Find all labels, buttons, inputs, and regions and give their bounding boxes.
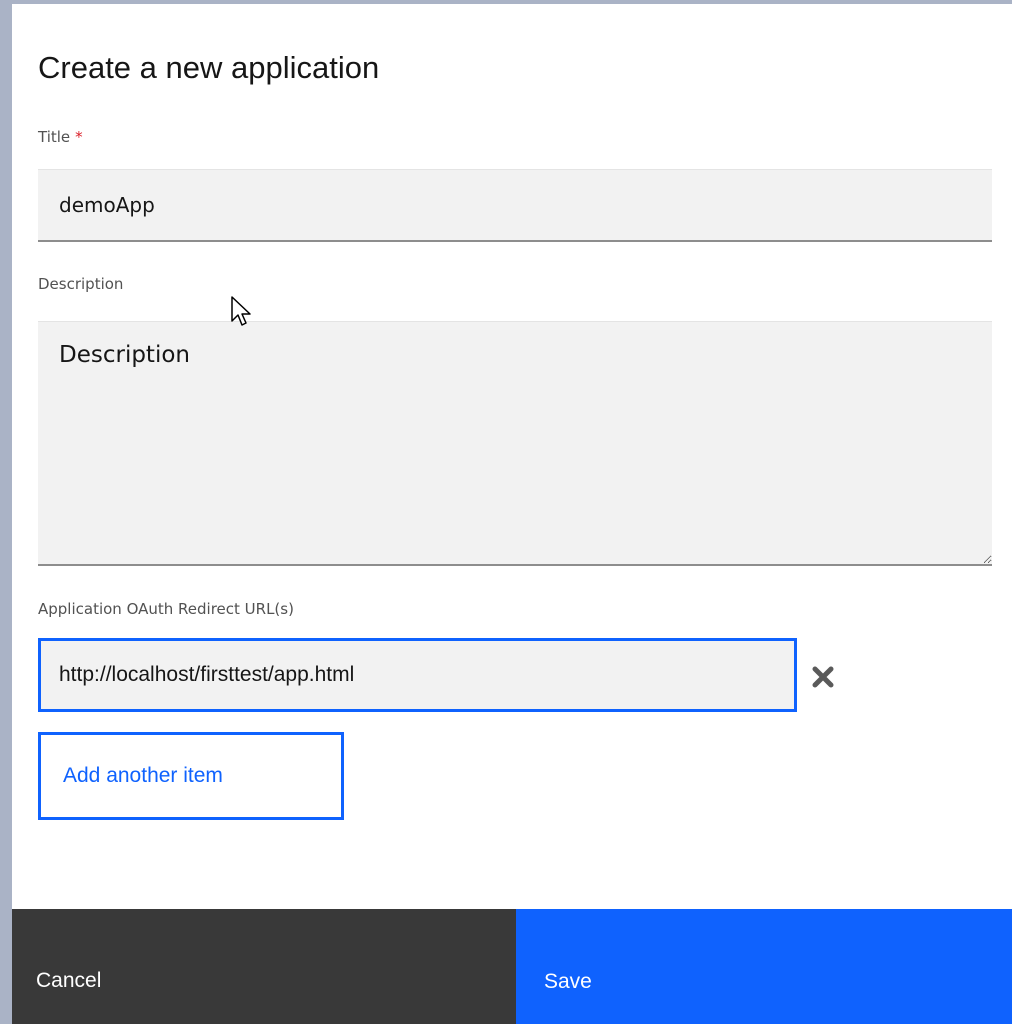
redirect-urls-label: Application OAuth Redirect URL(s) [38, 600, 294, 618]
add-another-item-button[interactable]: Add another item [38, 732, 344, 820]
save-button-label: Save [544, 969, 592, 993]
required-marker: * [75, 128, 83, 146]
title-label: Title * [38, 128, 83, 146]
title-input[interactable] [38, 169, 992, 242]
dialog-title: Create a new application [38, 50, 380, 85]
description-label: Description [38, 275, 124, 293]
redirect-url-input[interactable] [38, 638, 797, 712]
cancel-button-label: Cancel [36, 968, 102, 992]
cancel-button[interactable]: Cancel [12, 909, 516, 1024]
close-icon[interactable] [808, 662, 838, 692]
title-label-text: Title [38, 128, 71, 146]
save-button[interactable]: Save [516, 909, 1012, 1024]
description-textarea[interactable] [38, 321, 992, 566]
